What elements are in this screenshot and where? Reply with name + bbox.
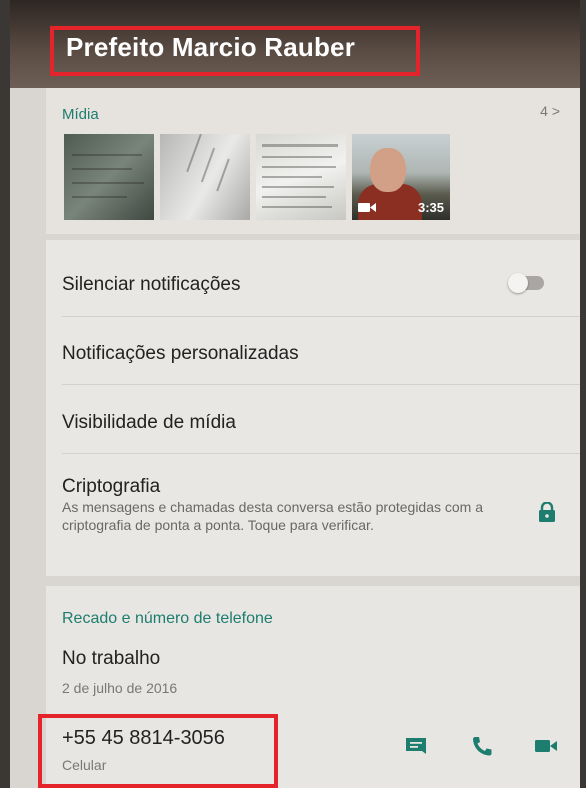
media-count-link[interactable]: 4 >	[540, 103, 560, 119]
phone-type: Celular	[62, 757, 107, 773]
phone-number[interactable]: +55 45 8814-3056	[62, 727, 225, 750]
divider	[62, 316, 580, 317]
media-section[interactable]: Mídia 4 > 3:35	[46, 88, 580, 234]
message-icon[interactable]	[404, 736, 428, 756]
divider	[62, 453, 580, 454]
settings-section: Silenciar notificações Notificações pers…	[46, 240, 580, 576]
video-camera-icon	[358, 203, 376, 212]
media-label: Mídia	[62, 106, 99, 123]
encryption-description: As mensagens e chamadas desta conversa e…	[62, 499, 484, 533]
video-duration: 3:35	[417, 200, 444, 215]
media-thumbnail[interactable]	[256, 134, 346, 220]
toggle-knob	[508, 273, 528, 293]
phone-icon[interactable]	[470, 736, 494, 756]
video-call-icon[interactable]	[534, 736, 558, 756]
media-thumbnail[interactable]	[64, 134, 154, 220]
phone-highlight-box	[38, 714, 278, 788]
phone-screen: Mídia 4 > 3:35 Prefeito Marcio Rauber Si…	[10, 0, 580, 788]
mute-notifications-toggle[interactable]	[508, 273, 544, 293]
media-video-thumbnail[interactable]: 3:35	[352, 134, 450, 220]
status-date: 2 de julho de 2016	[62, 680, 178, 696]
divider	[62, 384, 580, 385]
media-visibility-item[interactable]: Visibilidade de mídia	[62, 412, 236, 434]
encryption-title[interactable]: Criptografia	[62, 476, 160, 498]
about-phone-label: Recado e número de telefone	[62, 610, 273, 627]
status-text: No trabalho	[62, 648, 161, 669]
media-thumbnail[interactable]	[160, 134, 250, 220]
lock-icon	[539, 502, 555, 522]
custom-notifications-item[interactable]: Notificações personalizadas	[62, 343, 299, 365]
contact-name: Prefeito Marcio Rauber	[66, 32, 356, 62]
mute-notifications-label[interactable]: Silenciar notificações	[62, 274, 240, 296]
